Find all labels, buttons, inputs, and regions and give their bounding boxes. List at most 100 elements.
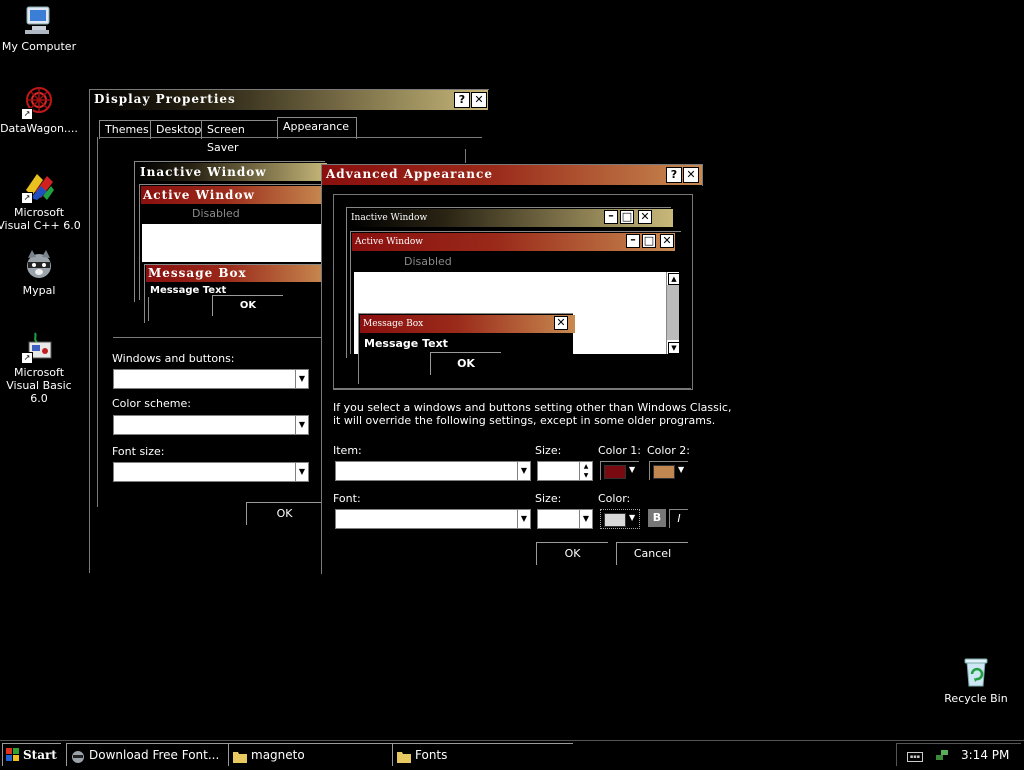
advanced-appearance-dialog: Advanced Appearance ? ✕ Inactive Window …	[321, 164, 731, 574]
font-size-select[interactable]: ▼	[537, 509, 593, 529]
datawagon-icon: ↗	[21, 86, 55, 120]
close-button[interactable]: ✕	[471, 92, 487, 108]
visual-basic-icon: ↗	[21, 330, 55, 364]
desktop-icon-visual-cpp[interactable]: ↗ Microsoft Visual C++ 6.0	[0, 170, 81, 232]
my-computer-icon	[23, 4, 55, 36]
item-size-label: Size:	[535, 444, 562, 457]
desktop-icon-mypal[interactable]: Mypal	[0, 248, 81, 297]
preview-disabled-text: Disabled	[404, 255, 452, 268]
item-size-stepper[interactable]: ▲ ▼	[537, 461, 593, 481]
font-size-select[interactable]: ▼	[113, 462, 309, 482]
cancel-button[interactable]: Cancel	[616, 542, 688, 565]
chevron-down-icon: ▼	[629, 465, 636, 474]
preview-message-text: Message Text	[364, 337, 448, 350]
tab-appearance[interactable]: Appearance	[277, 117, 357, 139]
preview-ok-button: OK	[212, 295, 283, 316]
maximize-icon: □	[620, 210, 634, 224]
close-icon: ✕	[638, 210, 652, 224]
scroll-up-icon: ▲	[668, 273, 680, 285]
mypal-icon	[71, 748, 85, 763]
font-color-picker[interactable]: ▼	[600, 509, 640, 529]
recycle-bin-icon	[960, 656, 992, 688]
desktop-icon-my-computer[interactable]: My Computer	[0, 4, 81, 53]
taskbar-item-fonts[interactable]: Fonts	[392, 743, 573, 766]
color2-label: Color 2:	[647, 444, 690, 457]
preview-window-body	[142, 224, 324, 262]
color-scheme-select[interactable]: ▼	[113, 415, 309, 435]
window-title: Display Properties	[94, 92, 236, 106]
windows-and-buttons-label: Windows and buttons:	[112, 352, 235, 365]
scroll-down-icon: ▼	[668, 342, 680, 354]
info-text-line2: it will override the following settings,…	[333, 414, 716, 427]
desktop-icon-datawagon[interactable]: ↗ DataWagon....	[0, 86, 81, 135]
ok-button[interactable]: OK	[246, 502, 322, 525]
shortcut-arrow-icon: ↗	[21, 352, 33, 364]
bold-button[interactable]: B	[648, 509, 666, 527]
folder-icon	[397, 748, 411, 763]
item-label: Item:	[333, 444, 362, 457]
color1-label: Color 1:	[598, 444, 641, 457]
desktop-icon-label: Mypal	[22, 284, 56, 297]
help-button[interactable]: ?	[666, 167, 682, 183]
minimize-icon: –	[604, 210, 618, 224]
taskbar: Start Download Free Font... magneto Font…	[0, 740, 1024, 769]
font-color-swatch	[604, 513, 626, 527]
network-icon[interactable]	[935, 748, 949, 762]
preview-message-box-title: Message Box	[146, 265, 326, 282]
minimize-icon: –	[626, 234, 640, 248]
system-tray: ▪▪▪ 3:14 PM	[896, 743, 1021, 766]
font-label: Font:	[333, 492, 361, 505]
windows-and-buttons-select[interactable]: ▼	[113, 369, 309, 389]
desktop-icon-label: Microsoft Visual Basic 6.0	[6, 366, 72, 405]
taskbar-item-download-free-fonts[interactable]: Download Free Font...	[66, 743, 245, 766]
desktop-icon-label: Recycle Bin	[944, 692, 1008, 705]
visual-cpp-icon: ↗	[21, 170, 55, 204]
windows-logo-icon	[6, 748, 20, 762]
desktop-icon-label: My Computer	[1, 40, 77, 53]
preview-inactive-title: Inactive Window	[137, 163, 327, 181]
desktop-icon-visual-basic[interactable]: ↗ Microsoft Visual Basic 6.0	[0, 330, 81, 405]
desktop-icon-label: DataWagon....	[0, 122, 78, 135]
color-scheme-label: Color scheme:	[112, 397, 191, 410]
advanced-appearance-titlebar[interactable]: Advanced Appearance	[322, 165, 702, 185]
dialog-title: Advanced Appearance	[326, 167, 493, 181]
ok-button[interactable]: OK	[536, 542, 608, 565]
spin-arrows-icon[interactable]: ▲ ▼	[579, 462, 592, 480]
clock[interactable]: 3:14 PM	[961, 744, 1009, 766]
mypal-icon	[23, 248, 55, 280]
color1-picker[interactable]: ▼	[600, 461, 639, 480]
info-text-line1: If you select a windows and buttons sett…	[333, 401, 732, 414]
font-color-label: Color:	[598, 492, 631, 505]
chevron-down-icon: ▼	[579, 510, 592, 528]
chevron-down-icon: ▼	[678, 465, 685, 474]
desktop-icon-recycle-bin[interactable]: Recycle Bin	[934, 656, 1018, 705]
shortcut-arrow-icon: ↗	[21, 108, 33, 120]
display-properties-titlebar[interactable]: Display Properties	[90, 90, 488, 110]
preview-ok-button: OK	[430, 352, 501, 375]
folder-icon	[233, 748, 247, 763]
chevron-down-icon: ▼	[629, 513, 636, 522]
chevron-down-icon: ▼	[295, 416, 308, 434]
close-button[interactable]: ✕	[683, 167, 699, 183]
font-size-label: Font size:	[112, 445, 165, 458]
maximize-icon: □	[642, 234, 656, 248]
taskbar-item-magneto[interactable]: magneto	[228, 743, 411, 766]
italic-button[interactable]: I	[669, 509, 688, 528]
advanced-preview: Inactive Window – □ ✕ Active Window – □ …	[333, 194, 693, 390]
appearance-preview: Inactive Window Active Window Disabled M…	[134, 161, 327, 331]
font-select[interactable]: ▼	[335, 509, 531, 529]
chevron-down-icon: ▼	[517, 510, 530, 528]
item-select[interactable]: ▼	[335, 461, 531, 481]
color2-picker[interactable]: ▼	[649, 461, 688, 480]
chevron-down-icon: ▼	[517, 462, 530, 480]
preview-disabled-text: Disabled	[192, 207, 240, 220]
preview-message-box-title: Message Box	[360, 315, 575, 333]
preview-active-title: Active Window	[141, 186, 326, 204]
start-button[interactable]: Start	[2, 743, 61, 766]
chevron-down-icon: ▼	[295, 463, 308, 481]
preview-scrollbar: ▲ ▼	[666, 272, 680, 354]
keyboard-icon[interactable]: ▪▪▪	[907, 752, 923, 762]
desktop-icon-label: Microsoft Visual C++ 6.0	[0, 206, 81, 232]
close-icon: ✕	[554, 316, 568, 330]
help-button[interactable]: ?	[454, 92, 470, 108]
